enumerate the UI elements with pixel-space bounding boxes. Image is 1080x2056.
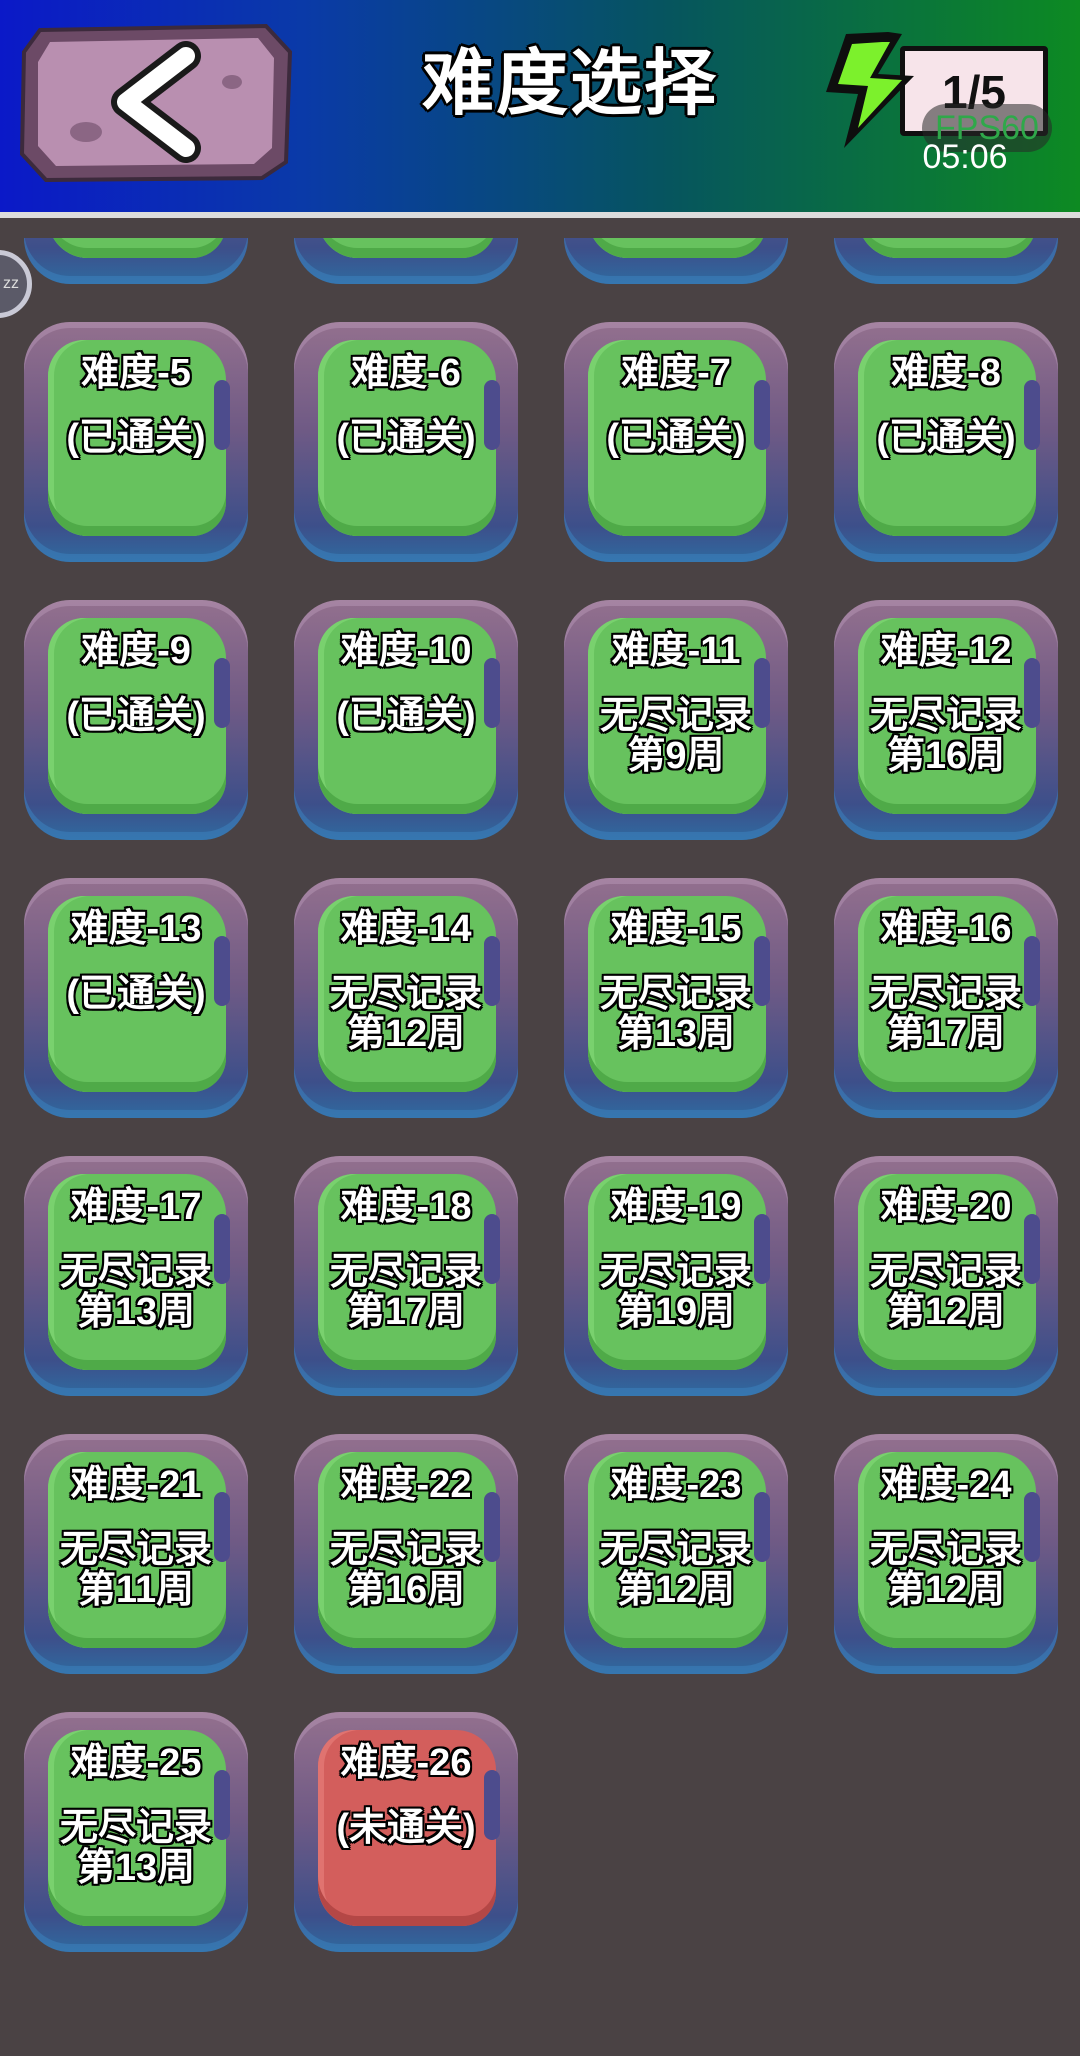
level-name: 难度-23 (610, 1464, 742, 1506)
level-name: 难度-24 (880, 1464, 1012, 1506)
level-status: 无尽记录 第12周 (869, 1529, 1022, 1611)
level-name: 难度-5 (81, 352, 191, 394)
level-name: 难度-17 (70, 1186, 202, 1228)
level-status: 无尽记录 第9周 (599, 695, 752, 777)
level-status: 无尽记录 第13周 (599, 973, 752, 1055)
level-tile[interactable]: 难度-15 无尽记录 第13周 (564, 878, 788, 1118)
level-name: 难度-9 (81, 630, 191, 672)
level-name: 难度-15 (610, 908, 742, 950)
level-tile[interactable]: 难度-9 (已通关) (24, 600, 248, 840)
level-status: 无尽记录 第16周 (329, 1529, 482, 1611)
back-button[interactable] (16, 22, 296, 182)
level-tile[interactable]: 难度-22 无尽记录 第16周 (294, 1434, 518, 1674)
level-status: (已通关) (336, 417, 476, 459)
level-name: 难度-8 (891, 352, 1001, 394)
level-status: (已通关) (66, 973, 206, 1015)
level-name: 难度-22 (340, 1464, 472, 1506)
level-status: (已通关) (66, 417, 206, 459)
level-status: (已通关) (606, 417, 746, 459)
level-tile[interactable]: 难度-20 无尽记录 第12周 (834, 1156, 1058, 1396)
tile-plate (588, 238, 766, 258)
level-tile[interactable]: 难度-2(已通关) (294, 238, 518, 284)
level-status: (已通关) (876, 417, 1016, 459)
level-tile[interactable]: 难度-24 无尽记录 第12周 (834, 1434, 1058, 1674)
level-tile[interactable]: 难度-6 (已通关) (294, 322, 518, 562)
level-tile[interactable]: 难度-23 无尽记录 第12周 (564, 1434, 788, 1674)
level-tile[interactable]: 难度-25 无尽记录 第13周 (24, 1712, 248, 1952)
level-name: 难度-10 (340, 630, 472, 672)
back-arrow-icon (19, 23, 293, 182)
level-status: 无尽记录 第11周 (59, 1529, 212, 1611)
level-status: 无尽记录 第17周 (329, 1251, 482, 1333)
level-status: (未通关) (336, 1807, 476, 1849)
level-status: 无尽记录 第16周 (869, 695, 1022, 777)
level-name: 难度-13 (70, 908, 202, 950)
level-name: 难度-18 (340, 1186, 472, 1228)
level-name: 难度-20 (880, 1186, 1012, 1228)
level-tile[interactable]: 难度-14 无尽记录 第12周 (294, 878, 518, 1118)
level-tile[interactable]: 难度-18 无尽记录 第17周 (294, 1156, 518, 1396)
level-tile[interactable]: 难度-7 (已通关) (564, 322, 788, 562)
level-tile[interactable]: 难度-21 无尽记录 第11周 (24, 1434, 248, 1674)
level-status: 无尽记录 第12周 (599, 1529, 752, 1611)
level-tile[interactable]: 难度-3(已通关) (564, 238, 788, 284)
page-title: 难度选择 (421, 44, 718, 124)
level-tile[interactable]: 难度-16 无尽记录 第17周 (834, 878, 1058, 1118)
level-tile[interactable]: 难度-1(已通关) (24, 238, 248, 284)
level-status: 无尽记录 第13周 (59, 1251, 212, 1333)
level-tile[interactable]: 难度-4(已通关) (834, 238, 1058, 284)
level-status: (已通关) (66, 695, 206, 737)
level-name: 难度-7 (621, 352, 731, 394)
level-tile[interactable]: 难度-19 无尽记录 第19周 (564, 1156, 788, 1396)
level-status: 无尽记录 第13周 (59, 1807, 212, 1889)
level-name: 难度-21 (70, 1464, 202, 1506)
level-status: 无尽记录 第12周 (869, 1251, 1022, 1333)
level-grid: 难度-1(已通关) 难度-2(已通关) 难度-3(已通关) 难度-4(已通关) 难度-5… (0, 238, 1080, 2018)
level-name: 难度-26 (340, 1742, 472, 1784)
level-status: (已通关) (336, 695, 476, 737)
level-name: 难度-11 (611, 630, 741, 672)
tile-plate (318, 238, 496, 258)
level-name: 难度-12 (880, 630, 1012, 672)
level-status: 无尽记录 第17周 (869, 973, 1022, 1055)
level-name: 难度-6 (351, 352, 461, 394)
level-tile[interactable]: 难度-17 无尽记录 第13周 (24, 1156, 248, 1396)
clock: 05:06 (922, 138, 1008, 176)
side-floating-label: zz (3, 275, 19, 292)
level-tile[interactable]: 难度-11 无尽记录 第9周 (564, 600, 788, 840)
level-tile[interactable]: 难度-26 (未通关) (294, 1712, 518, 1952)
level-name: 难度-14 (340, 908, 472, 950)
level-name: 难度-16 (880, 908, 1012, 950)
level-status: 无尽记录 第19周 (599, 1251, 752, 1333)
level-tile[interactable]: 难度-8 (已通关) (834, 322, 1058, 562)
level-name: 难度-25 (70, 1742, 202, 1784)
level-tile[interactable]: 难度-5 (已通关) (24, 322, 248, 562)
level-tile[interactable]: 难度-12 无尽记录 第16周 (834, 600, 1058, 840)
level-tile[interactable]: 难度-13 (已通关) (24, 878, 248, 1118)
level-status: 无尽记录 第12周 (329, 973, 482, 1055)
level-name: 难度-19 (610, 1186, 742, 1228)
level-tile[interactable]: 难度-10 (已通关) (294, 600, 518, 840)
tile-plate (858, 238, 1036, 258)
header-divider (0, 212, 1080, 218)
tile-plate (48, 238, 226, 258)
